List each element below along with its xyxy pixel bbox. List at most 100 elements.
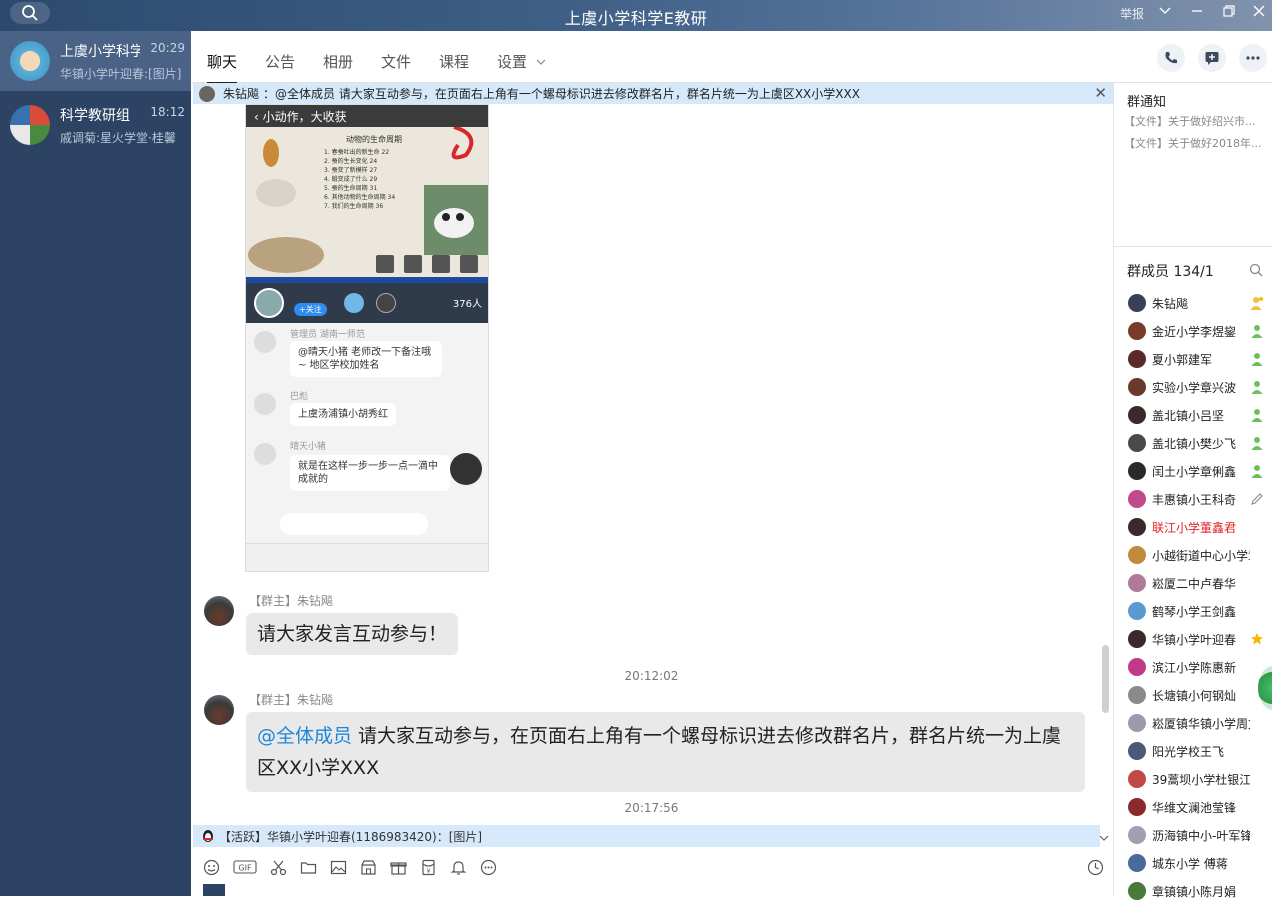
member-item[interactable]: 实验小学章兴波 <box>1114 373 1272 401</box>
pinned-announcement[interactable]: 朱钻飚 ：@全体成员 请大家互动参与，在页面右上角有一个螺母标识进去修改群名片，… <box>193 83 1113 104</box>
tab-files[interactable]: 文件 <box>381 51 411 72</box>
notice-item[interactable]: 【文件】关于做好绍兴市... <box>1124 113 1270 129</box>
image-icon[interactable] <box>330 859 347 876</box>
avatar[interactable] <box>204 596 234 626</box>
member-item[interactable]: 华镇小学叶迎春 <box>1114 625 1272 653</box>
tab-courses[interactable]: 课程 <box>439 51 469 72</box>
edit-icon <box>1249 491 1265 507</box>
chat-add-icon <box>1205 52 1219 65</box>
phone-icon <box>1165 52 1177 64</box>
toc-item: 2. 蚕的生长变化 24 <box>324 158 378 165</box>
notice-item[interactable]: 【文件】关于做好2018年... <box>1124 135 1270 151</box>
avatar <box>1128 742 1146 760</box>
tab-announcement[interactable]: 公告 <box>265 51 295 72</box>
tab-settings-label: 设置 <box>497 53 528 71</box>
image-chat-bubble: 就是在这样一步一步一点一滴中成就的 <box>290 455 450 491</box>
new-message-button[interactable] <box>1198 44 1226 72</box>
conversation-name: 科学教研组 <box>60 107 130 124</box>
chat-scrollbar[interactable] <box>1102 645 1109 713</box>
screenshot-image[interactable]: ‹ 小动作，大收获 动物的生命周期 1. 春蚕吐出的新生命 22 2. 蚕的生长… <box>245 104 489 572</box>
close-icon[interactable]: ✕ <box>1094 84 1107 102</box>
member-item[interactable]: 长塘镇小何钢灿 <box>1114 681 1272 709</box>
avatar <box>1128 350 1146 368</box>
member-item[interactable]: 39蒿坝小学杜银江 <box>1114 765 1272 793</box>
image-chat-name: 巴彪 <box>290 392 309 402</box>
voice-call-button[interactable] <box>1157 44 1185 72</box>
close-button[interactable] <box>1252 4 1266 21</box>
more-button[interactable] <box>1239 44 1267 72</box>
minimize-button[interactable] <box>1190 4 1204 21</box>
more-options-icon[interactable] <box>480 859 497 876</box>
member-item[interactable]: 阳光学校王飞 <box>1114 737 1272 765</box>
member-item[interactable]: 滨江小学陈惠新 <box>1114 653 1272 681</box>
pinned-text: ：@全体成员 请大家互动参与，在页面右上角有一个螺母标识进去修改群名片，群名片统… <box>263 87 860 101</box>
member-name: 崧厦二中卢春华 <box>1152 576 1237 591</box>
image-chat: 管理员 湖南一师范 @晴天小猪 老师改一下备注哦~ 地区学校加姓名 巴彪 上虞汤… <box>246 323 488 571</box>
active-member-bar[interactable]: 【活跃】华镇小学叶迎春(1186983420)：[图片] <box>193 825 1109 847</box>
restore-button[interactable] <box>1222 4 1236 21</box>
report-link[interactable]: 举报 <box>1120 5 1144 22</box>
avatar <box>1128 770 1146 788</box>
member-item[interactable]: 崧厦二中卢春华 <box>1114 569 1272 597</box>
message-sender: 【群主】朱钻飚 <box>249 594 334 608</box>
toc-item: 3. 蚕变了新模样 27 <box>324 167 378 174</box>
input-thumbnail <box>203 884 225 896</box>
history-icon[interactable] <box>1087 859 1104 876</box>
image-chat-name: 管理员 湖南一师范 <box>290 330 365 340</box>
red-packet-icon[interactable]: ¥ <box>420 859 437 876</box>
member-item[interactable]: 城东小学 傅蒋 <box>1114 849 1272 877</box>
avatar <box>1128 462 1146 480</box>
member-item[interactable]: 华维文澜池莹锋 <box>1114 793 1272 821</box>
conversation-item[interactable]: 科学教研组 18:12 戚调菊:星火学堂·桂馨 <box>0 95 191 155</box>
emoji-icon[interactable] <box>203 859 220 876</box>
bell-icon[interactable] <box>450 859 467 876</box>
shop-icon[interactable] <box>360 859 377 876</box>
member-item[interactable]: 章镇镇小陈月娟 <box>1114 877 1272 905</box>
member-item[interactable]: 朱钻飚 <box>1114 289 1272 317</box>
scissors-icon[interactable] <box>270 859 287 876</box>
member-item[interactable]: 鹤琴小学王剑鑫 <box>1114 597 1272 625</box>
member-item[interactable]: 金近小学李煜鋆 <box>1114 317 1272 345</box>
member-name: 崧厦镇华镇小学周文 <box>1152 716 1250 731</box>
conversation-name: 上虞小学科学 <box>60 43 140 60</box>
toc-item: 4. 蛾变成了什么 29 <box>324 176 378 183</box>
image-chat-bubble: @晴天小猪 老师改一下备注哦~ 地区学校加姓名 <box>290 341 442 377</box>
tab-chat[interactable]: 聊天 <box>207 51 238 84</box>
follow-badge: +关注 <box>294 303 327 316</box>
search-icon[interactable] <box>1249 263 1263 277</box>
message-timestamp: 20:17:56 <box>624 801 679 815</box>
svg-text:GIF: GIF <box>238 864 252 873</box>
gift-icon[interactable] <box>390 859 407 876</box>
avatar <box>1128 714 1146 732</box>
member-name: 实验小学章兴波 <box>1152 380 1237 395</box>
admin-icon <box>1249 435 1265 451</box>
member-item[interactable]: 盖北镇小吕坚 <box>1114 401 1272 429</box>
member-name: 夏小郭建军 <box>1152 352 1213 367</box>
chevron-down-icon[interactable] <box>1158 4 1172 21</box>
avatar <box>1128 490 1146 508</box>
svg-text:¥: ¥ <box>427 868 431 875</box>
member-item[interactable]: 联江小学董鑫君 <box>1114 513 1272 541</box>
chevron-down-icon[interactable] <box>1098 833 1110 845</box>
member-item[interactable]: 闰土小学章俐鑫 <box>1114 457 1272 485</box>
member-item[interactable]: 夏小郭建军 <box>1114 345 1272 373</box>
tab-settings[interactable]: 设置 <box>497 51 546 72</box>
penguin-icon <box>203 830 213 842</box>
image-toc: 动物的生命周期 1. 春蚕吐出的新生命 22 2. 蚕的生长变化 24 3. 蚕… <box>324 135 424 211</box>
folder-icon[interactable] <box>300 859 317 876</box>
gif-icon[interactable]: GIF <box>233 859 257 876</box>
avatar <box>1128 658 1146 676</box>
conversation-item[interactable]: 上虞小学科学 20:29 华镇小学叶迎春:[图片] <box>0 31 191 91</box>
mention-link[interactable]: @全体成员 <box>257 725 352 747</box>
avatar <box>1128 406 1146 424</box>
chat-tabs: 聊天 公告 相册 文件 课程 设置 <box>191 31 1272 84</box>
member-item[interactable]: 盖北镇小樊少飞 <box>1114 429 1272 457</box>
member-name: 金近小学李煜鋆 <box>1152 324 1237 339</box>
conversation-time: 18:12 <box>150 104 185 119</box>
member-item[interactable]: 崧厦镇华镇小学周文 <box>1114 709 1272 737</box>
member-item[interactable]: 小越街道中心小学章 <box>1114 541 1272 569</box>
avatar[interactable] <box>204 695 234 725</box>
member-item[interactable]: 沥海镇中小-叶军锋 <box>1114 821 1272 849</box>
tab-album[interactable]: 相册 <box>323 51 353 72</box>
member-item[interactable]: 丰惠镇小王科奇 <box>1114 485 1272 513</box>
